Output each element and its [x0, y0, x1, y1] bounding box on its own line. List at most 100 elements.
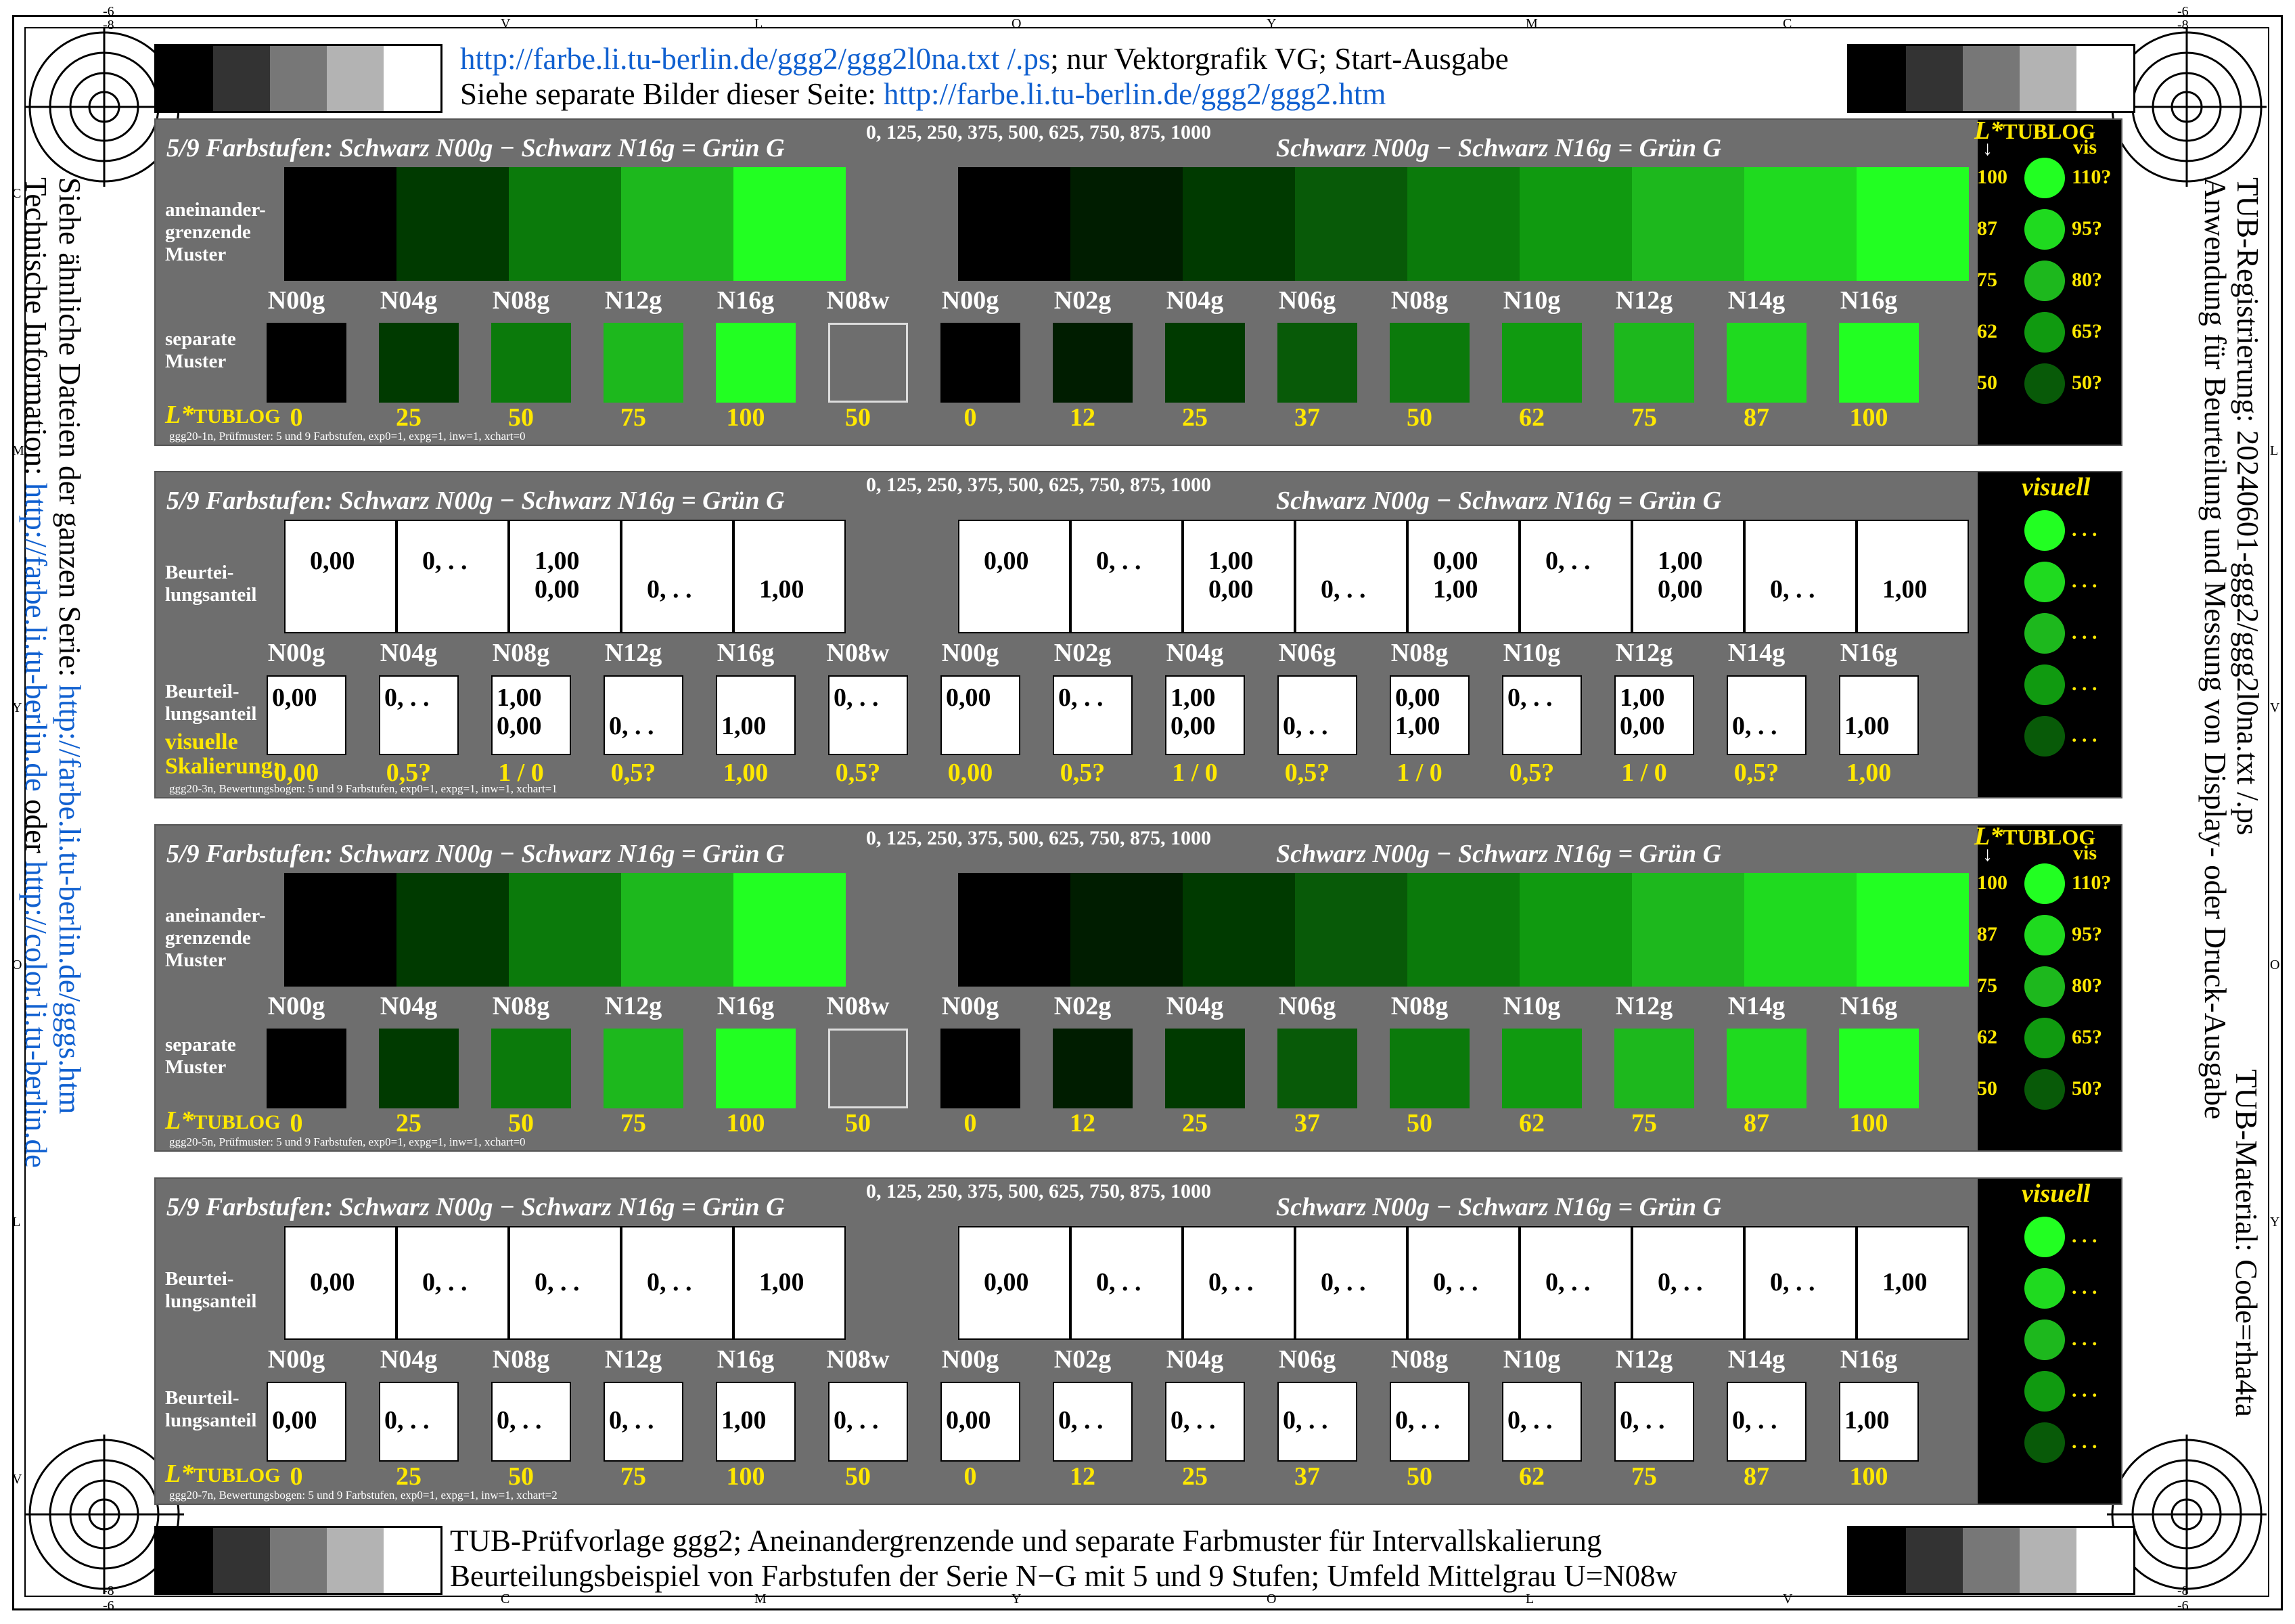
adjacent-patch	[1744, 873, 1857, 987]
judgement-square[interactable]: 0, . .	[491, 1382, 571, 1462]
dots-text: . . .	[2072, 1225, 2097, 1247]
judgement-cell[interactable]: 0, . .	[1407, 1226, 1520, 1340]
separate-patch	[940, 323, 1020, 403]
judgement-cell[interactable]: 0, . .	[1295, 520, 1407, 633]
judgement-square[interactable]: 0, . .	[828, 675, 908, 755]
dots-text: . . .	[2072, 1276, 2097, 1299]
judgement-cell[interactable]: 0,00	[284, 1226, 396, 1340]
judgement-square[interactable]: 0, . .	[1502, 675, 1582, 755]
label-beurteil2-line: lungsanteil	[165, 703, 257, 725]
judgement-value: 1,00	[721, 1406, 767, 1435]
panel-title-left: 5/9 Farbstufen: Schwarz N00g − Schwarz N…	[166, 840, 785, 868]
judgement-cell[interactable]: 0,00	[284, 520, 396, 633]
label-adjacent-line: Muster	[165, 244, 227, 265]
judgement-cell[interactable]: 1,00	[1857, 520, 1969, 633]
header-link-htm[interactable]: http://farbe.li.tu-berlin.de/ggg2/ggg2.h…	[884, 77, 1386, 111]
judgement-value: 0, . .	[1283, 1406, 1328, 1435]
label-adjacent-line: grenzende	[165, 221, 251, 243]
judgement-cell[interactable]: 0, . .	[1520, 1226, 1632, 1340]
judgement-cell[interactable]: 1,00 0,00	[1632, 520, 1744, 633]
lstar-value: 0	[963, 1109, 977, 1137]
judgement-cell[interactable]: 0, . .	[396, 520, 509, 633]
judgement-cell[interactable]: 0, . .	[1744, 1226, 1857, 1340]
header-link-txt[interactable]: http://farbe.li.tu-berlin.de/ggg2/ggg2l0…	[460, 42, 1050, 76]
judgement-square[interactable]: 0, . .	[1390, 1382, 1470, 1462]
panel-1: 0, 125, 250, 375, 500, 625, 750, 875, 10…	[154, 116, 2122, 446]
judgement-cell[interactable]: 0, . .	[396, 1226, 509, 1340]
tublog-value: 62	[1977, 320, 1997, 342]
judgement-cell[interactable]: 1,00 0,00	[1183, 520, 1295, 633]
judgement-cell[interactable]: 0, . .	[1295, 1226, 1407, 1340]
left-side-link-farbe[interactable]: http://farbe.li.tu-berlin.de	[19, 483, 53, 792]
judgement-cell[interactable]: 0,00	[958, 520, 1070, 633]
judgement-cell[interactable]: 0, . .	[621, 1226, 733, 1340]
separate-patch	[828, 323, 908, 403]
judgement-cell[interactable]: 0, . .	[509, 1226, 621, 1340]
judgement-cell[interactable]: 0, . .	[1632, 1226, 1744, 1340]
judgement-square[interactable]: 0, . .	[379, 675, 459, 755]
judgement-square[interactable]: 0,00	[940, 1382, 1020, 1462]
judgement-cell[interactable]: 1,00	[733, 1226, 846, 1340]
judgement-square[interactable]: 0, . .	[1727, 1382, 1807, 1462]
judgement-square[interactable]: 1,00 0,00	[1165, 675, 1245, 755]
right-side-text-block: TUB-Registrierung: 20240601-ggg2/ggg2l0n…	[2198, 177, 2265, 1119]
green-dot-icon	[2024, 1268, 2065, 1309]
left-side-link-color[interactable]: http://color.li.tu-berlin.de	[19, 861, 53, 1168]
judgement-cell[interactable]: 1,00	[1857, 1226, 1969, 1340]
judgement-cell[interactable]: 0, . .	[1183, 1226, 1295, 1340]
lstar-value: 75	[620, 1109, 646, 1137]
judgement-square[interactable]: 0,00	[267, 675, 346, 755]
judgement-square[interactable]: 0, . .	[1277, 1382, 1357, 1462]
judgement-cell[interactable]: 1,00 0,00	[509, 520, 621, 633]
judgement-square[interactable]: 0, . .	[1277, 675, 1357, 755]
lstar-value: 62	[1519, 403, 1545, 432]
tublog-value: 100	[1977, 166, 2007, 188]
judgement-cell[interactable]: 0, . .	[1070, 520, 1183, 633]
judgement-square[interactable]: 1,00	[716, 675, 796, 755]
edge-letter-right-4: Y	[2270, 1215, 2280, 1230]
judgement-square[interactable]: 1,00	[1839, 675, 1919, 755]
judgement-cell[interactable]: 0,00 1,00	[1407, 520, 1520, 633]
judgement-square[interactable]: 0, . .	[1053, 675, 1133, 755]
judgement-value-2	[384, 712, 457, 740]
judgement-square[interactable]: 0, . .	[828, 1382, 908, 1462]
code-label: N08g	[1390, 992, 1449, 1020]
judgement-square[interactable]: 1,00 0,00	[1614, 675, 1694, 755]
judgement-square[interactable]: 0, . .	[604, 675, 683, 755]
tublog-value: 62	[1977, 1026, 1997, 1048]
judgement-square[interactable]: 0,00 1,00	[1390, 675, 1470, 755]
judgement-cell[interactable]: 1,00	[733, 520, 846, 633]
judgement-square[interactable]: 0, . .	[1165, 1382, 1245, 1462]
left-side-link-gggs[interactable]: http://farbe.li.tu-berlin.de/gggs.htm	[53, 685, 87, 1114]
adjacent-patch	[284, 873, 396, 987]
separate-patch	[267, 1029, 346, 1108]
judgement-square[interactable]: 0, . .	[604, 1382, 683, 1462]
adjacent-patch	[396, 873, 509, 987]
judgement-square[interactable]: 0, . .	[1053, 1382, 1133, 1462]
judgement-square[interactable]: 1,00	[1839, 1382, 1919, 1462]
vis-value: 50?	[2072, 371, 2102, 394]
code-label: N02g	[1053, 992, 1112, 1020]
judgement-square[interactable]: 1,00	[716, 1382, 796, 1462]
code-label: N00g	[941, 639, 999, 667]
judgement-cell[interactable]: 0, . .	[1520, 520, 1632, 633]
code-label: N12g	[604, 992, 662, 1020]
judgement-cell[interactable]: 0, . .	[621, 520, 733, 633]
adjacent-patch	[396, 167, 509, 281]
judgement-value-2: 0,00	[535, 575, 580, 604]
judgement-square[interactable]: 0,00	[940, 675, 1020, 755]
judgement-cell[interactable]: 0, . .	[1070, 1226, 1183, 1340]
dots-text: . . .	[2072, 1379, 2097, 1401]
judgement-cell[interactable]: 0, . .	[1744, 520, 1857, 633]
judgement-square[interactable]: 0, . .	[1727, 675, 1807, 755]
judgement-square[interactable]: 0, . .	[379, 1382, 459, 1462]
judgement-square[interactable]: 1,00 0,00	[491, 675, 571, 755]
judgement-square[interactable]: 0,00	[267, 1382, 346, 1462]
judgement-square[interactable]: 0, . .	[1502, 1382, 1582, 1462]
vis-value: 110?	[2072, 166, 2112, 188]
judgement-square[interactable]: 0, . .	[1614, 1382, 1694, 1462]
judgement-value-2	[834, 712, 907, 740]
code-label: N00g	[941, 992, 999, 1020]
judgement-cell[interactable]: 0,00	[958, 1226, 1070, 1340]
scale-value: 1 / 0	[1396, 759, 1442, 787]
